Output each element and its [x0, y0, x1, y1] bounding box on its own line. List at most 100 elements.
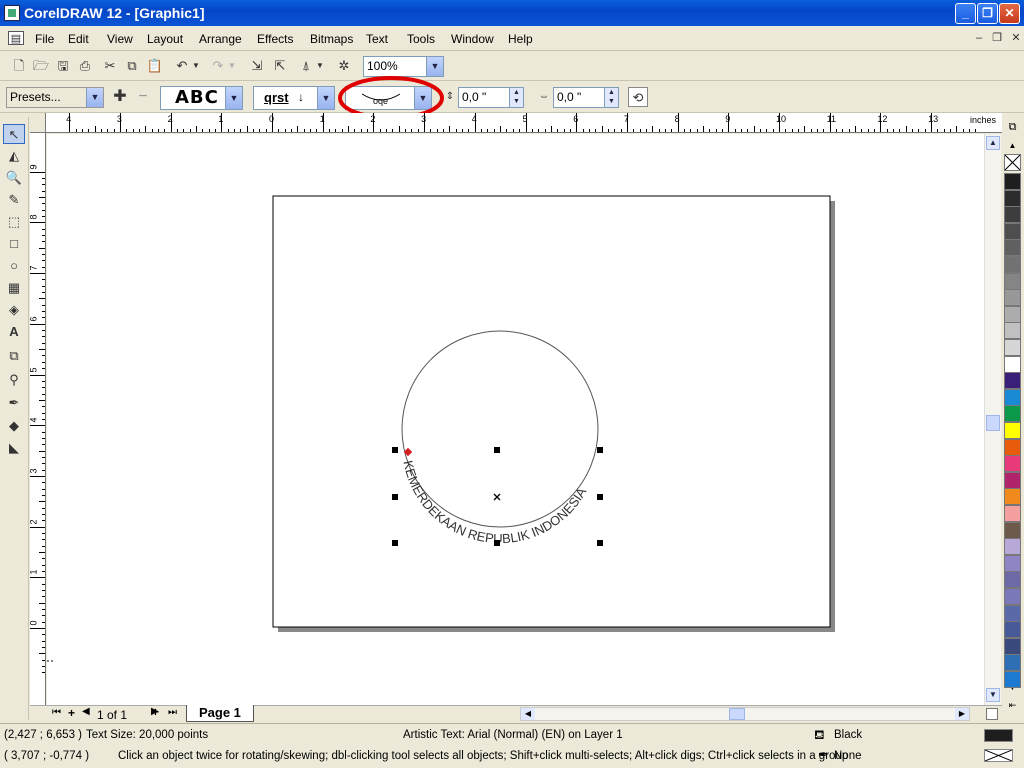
- color-swatch[interactable]: [1004, 256, 1021, 273]
- basic-shapes-tool-icon[interactable]: ◈: [3, 300, 25, 320]
- menu-text[interactable]: Text: [366, 32, 388, 46]
- selection-handle[interactable]: [494, 447, 500, 453]
- vertical-ruler[interactable]: 9 8 7 6 5 4 3 2 1 0: [30, 133, 46, 705]
- color-swatch[interactable]: [1004, 222, 1021, 240]
- add-preset-icon[interactable]: ✚: [110, 87, 130, 107]
- menu-tools[interactable]: Tools: [407, 32, 435, 46]
- open-icon[interactable]: 🗁: [31, 56, 51, 76]
- menu-help[interactable]: Help: [508, 32, 533, 46]
- fill-tool-icon[interactable]: ◆: [3, 416, 25, 436]
- page-tab[interactable]: Page 1: [186, 705, 254, 722]
- prev-page-icon[interactable]: ◀: [82, 706, 90, 717]
- outline-tool-icon[interactable]: ✒: [3, 393, 25, 413]
- selection-handle[interactable]: [597, 540, 603, 546]
- color-swatch[interactable]: [1004, 355, 1021, 373]
- launcher-dropdown-icon[interactable]: ▼: [314, 56, 326, 76]
- copy-icon[interactable]: ⧉: [122, 56, 142, 76]
- minimize-button[interactable]: _: [955, 3, 976, 24]
- zoom-tool-icon[interactable]: 🔍: [3, 168, 25, 188]
- undo-icon[interactable]: ↶: [172, 56, 192, 76]
- color-swatch[interactable]: [1004, 239, 1021, 257]
- eyedropper-tool-icon[interactable]: ⚲: [3, 370, 25, 390]
- menu-layout[interactable]: Layout: [147, 32, 183, 46]
- color-swatch[interactable]: [1004, 305, 1021, 323]
- menu-view[interactable]: View: [107, 32, 133, 46]
- cut-icon[interactable]: ✂: [100, 56, 120, 76]
- rectangle-tool-icon[interactable]: □: [3, 234, 25, 254]
- navigator-icon[interactable]: [986, 708, 998, 720]
- color-swatch[interactable]: [1004, 405, 1021, 423]
- menu-window[interactable]: Window: [451, 32, 494, 46]
- color-swatch[interactable]: [1004, 289, 1021, 307]
- menu-edit[interactable]: Edit: [68, 32, 89, 46]
- color-swatch[interactable]: [1004, 671, 1021, 688]
- document-icon[interactable]: ▤: [8, 31, 24, 45]
- selection-handle[interactable]: [392, 447, 398, 453]
- ellipse-tool-icon[interactable]: ○: [3, 256, 25, 276]
- color-swatch[interactable]: [1004, 322, 1021, 340]
- color-swatch[interactable]: [1004, 422, 1021, 439]
- new-icon[interactable]: 🗋: [9, 56, 29, 76]
- drawing-canvas[interactable]: KEMERDEKAAN REPUBLIK INDONESIA: [47, 134, 984, 705]
- corel-online-icon[interactable]: ✲: [334, 56, 354, 76]
- drawing-surface[interactable]: KEMERDEKAAN REPUBLIK INDONESIA: [47, 134, 984, 705]
- remove-preset-icon[interactable]: −: [133, 87, 153, 107]
- color-swatch[interactable]: [1004, 438, 1021, 456]
- menu-arrange[interactable]: Arrange: [199, 32, 242, 46]
- text-orientation-combo[interactable]: ABC ▼: [160, 86, 243, 110]
- color-swatch[interactable]: [1004, 637, 1021, 655]
- import-icon[interactable]: ⇲: [247, 56, 267, 76]
- graph-paper-tool-icon[interactable]: ▦: [3, 278, 25, 298]
- color-swatch[interactable]: [1004, 588, 1021, 605]
- color-swatch[interactable]: [1004, 505, 1021, 522]
- redo-dropdown-icon[interactable]: ▼: [226, 56, 238, 76]
- color-swatch[interactable]: [1004, 571, 1021, 589]
- last-page-icon[interactable]: ⏭: [168, 707, 177, 718]
- place-on-other-side-icon[interactable]: ⟲: [628, 87, 648, 107]
- color-swatch[interactable]: [1004, 554, 1021, 572]
- color-swatch[interactable]: [1004, 455, 1021, 473]
- scroll-thumb[interactable]: [986, 415, 1000, 431]
- freehand-tool-icon[interactable]: ✎: [3, 190, 25, 210]
- selection-handle[interactable]: [597, 494, 603, 500]
- first-page-icon[interactable]: ⏮: [52, 707, 61, 718]
- add-page-after-icon[interactable]: +: [152, 705, 159, 719]
- color-swatch[interactable]: [1004, 521, 1021, 539]
- ruler-origin[interactable]: [30, 113, 46, 133]
- palette-expand-icon[interactable]: ⇤: [1004, 700, 1021, 710]
- chevron-down-icon[interactable]: ▼: [86, 88, 103, 107]
- vertical-placement-combo[interactable]: qrst ↓ ▼: [253, 86, 335, 110]
- text-tool-icon[interactable]: A: [3, 322, 25, 342]
- color-swatch[interactable]: [1004, 339, 1021, 356]
- color-swatch[interactable]: [1004, 604, 1021, 622]
- doc-close-icon[interactable]: ✕: [1008, 31, 1024, 45]
- menu-effects[interactable]: Effects: [257, 32, 293, 46]
- shape-tool-icon[interactable]: ◭: [3, 146, 25, 166]
- scroll-down-icon[interactable]: ▼: [986, 688, 1000, 702]
- scroll-left-icon[interactable]: ◀: [521, 708, 535, 720]
- chevron-down-icon[interactable]: ▼: [426, 57, 443, 76]
- chevron-down-icon[interactable]: ▼: [317, 87, 334, 109]
- app-icon[interactable]: [4, 5, 20, 21]
- color-swatch[interactable]: [1004, 488, 1021, 506]
- selection-handle[interactable]: [392, 494, 398, 500]
- redo-icon[interactable]: ↷: [208, 56, 228, 76]
- save-icon[interactable]: 🖫: [53, 56, 73, 76]
- doc-restore-icon[interactable]: ❐: [989, 31, 1005, 45]
- spin-icon[interactable]: ▲ ▼: [509, 88, 523, 107]
- vertical-scrollbar[interactable]: ▲ ▼: [984, 134, 1001, 705]
- color-swatch[interactable]: [1004, 206, 1021, 224]
- close-button[interactable]: ✕: [999, 3, 1020, 24]
- paste-icon[interactable]: 📋: [145, 56, 165, 76]
- interactive-blend-tool-icon[interactable]: ⧉: [3, 346, 25, 366]
- color-swatch[interactable]: [1004, 621, 1021, 639]
- fill-color-swatch[interactable]: [984, 729, 1013, 742]
- horizontal-ruler[interactable]: 4321012345678910111213: [46, 113, 1002, 133]
- color-swatch[interactable]: [1004, 173, 1021, 190]
- distance-from-path-input[interactable]: 0,0 " ▲ ▼: [458, 87, 524, 108]
- hscroll-thumb[interactable]: [729, 708, 745, 720]
- color-swatch[interactable]: [1004, 272, 1021, 290]
- selection-handle[interactable]: [494, 540, 500, 546]
- color-swatch[interactable]: [1004, 538, 1021, 556]
- menu-file[interactable]: File: [35, 32, 54, 46]
